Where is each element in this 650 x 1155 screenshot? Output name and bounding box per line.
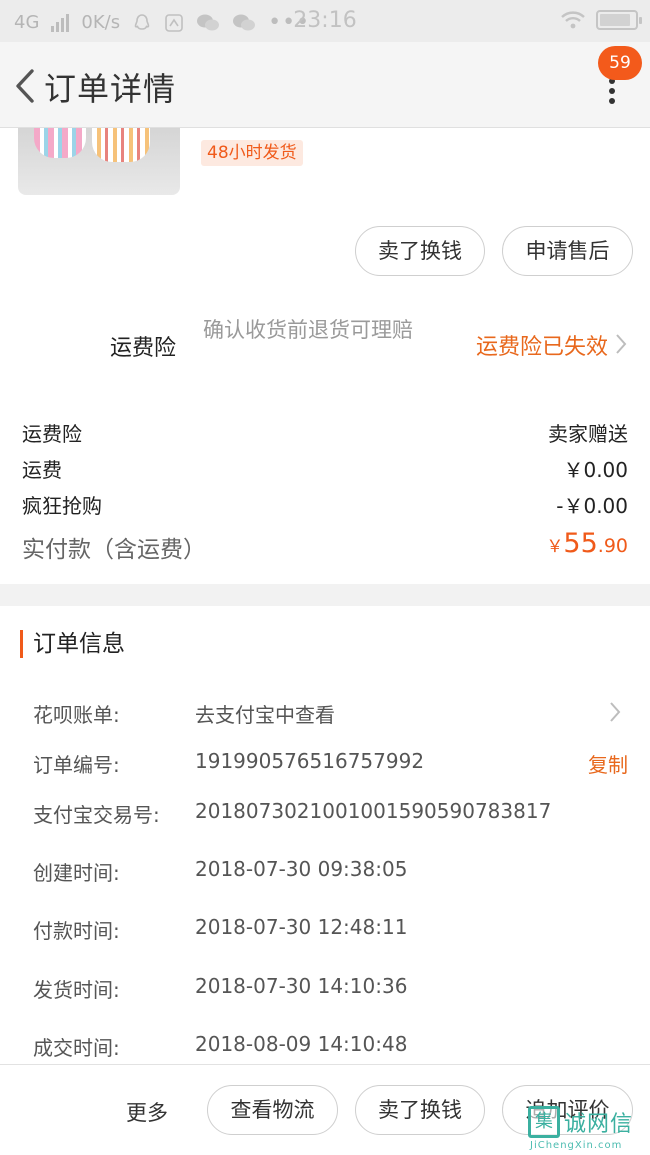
status-time: 23:16 xyxy=(293,8,357,33)
back-arrow-icon[interactable] xyxy=(12,68,42,104)
info-value: 2018-07-30 12:48:11 xyxy=(195,915,408,939)
after-sale-button[interactable]: 申请售后 xyxy=(502,226,633,276)
info-key: 订单编号: xyxy=(33,753,120,777)
fee-row: 疯狂抢购 -￥0.00 xyxy=(22,490,628,520)
chevron-right-icon xyxy=(616,334,627,354)
info-value: 2018-07-30 14:10:36 xyxy=(195,974,408,998)
info-key: 发货时间: xyxy=(33,978,120,1002)
info-row: 发货时间: 2018-07-30 14:10:36 xyxy=(33,974,628,1004)
more-button[interactable]: 更多 xyxy=(126,1097,168,1127)
info-value: 去支付宝中查看 xyxy=(195,703,335,727)
fee-label: 疯狂抢购 xyxy=(22,494,102,518)
fee-row: 运费险 卖家赠送 xyxy=(22,418,628,448)
shipping-tag: 48小时发货 xyxy=(201,140,303,166)
info-key: 花呗账单: xyxy=(33,703,120,727)
message-count-badge[interactable]: 59 xyxy=(598,46,642,80)
info-row: 付款时间: 2018-07-30 12:48:11 xyxy=(33,915,628,945)
info-key: 支付宝交易号: xyxy=(33,803,160,827)
view-logistics-button[interactable]: 查看物流 xyxy=(207,1085,338,1135)
info-value: 2018-07-30 09:38:05 xyxy=(195,857,408,881)
fee-value: 卖家赠送 xyxy=(548,422,628,446)
paid-amount: ￥55.90 xyxy=(546,528,628,559)
insurance-status-link[interactable]: 运费险已失效 xyxy=(476,329,608,361)
info-value: 191990576516757992 xyxy=(195,749,425,773)
status-right xyxy=(560,10,642,30)
page-title: 订单详情 xyxy=(44,70,177,108)
wifi-icon xyxy=(561,11,585,29)
info-value: 2018073021001001590590783817 xyxy=(195,799,552,823)
order-info-card: 订单信息 花呗账单: 去支付宝中查看 订单编号: 191990576516757… xyxy=(0,606,650,1064)
watermark-url: JiChengXin.com xyxy=(530,1140,623,1151)
nav-bar: 订单详情 59 xyxy=(0,42,650,128)
paid-label: 实付款（含运费） xyxy=(22,537,206,563)
copy-button[interactable]: 复制 xyxy=(588,749,628,778)
paid-amount-row: 实付款（含运费） ￥55.90 xyxy=(22,528,628,568)
fee-value: ￥0.00 xyxy=(563,458,628,482)
info-row-huabei[interactable]: 花呗账单: 去支付宝中查看 xyxy=(33,699,628,729)
watermark-logo-icon: 集 xyxy=(528,1106,560,1138)
more-menu-icon[interactable] xyxy=(608,78,616,104)
info-row: 支付宝交易号: 2018073021001001590590783817 xyxy=(33,799,628,829)
battery-icon xyxy=(596,10,642,30)
info-row: 创建时间: 2018-07-30 09:38:05 xyxy=(33,857,628,887)
info-row-order-number: 订单编号: 191990576516757992 复制 xyxy=(33,749,628,779)
sell-for-cash-button[interactable]: 卖了换钱 xyxy=(355,226,485,276)
fee-value: -￥0.00 xyxy=(556,494,628,518)
watermark-text: 诚网信 xyxy=(564,1112,634,1137)
info-key: 成交时间: xyxy=(33,1036,120,1060)
section-title: 订单信息 xyxy=(20,630,125,658)
fee-label: 运费险 xyxy=(22,422,82,446)
site-watermark: 集 诚网信 JiChengXin.com xyxy=(528,1104,644,1152)
insurance-label: 运费险 xyxy=(110,336,177,361)
info-row: 成交时间: 2018-08-09 14:10:48 xyxy=(33,1032,628,1062)
fee-row: 运费 ￥0.00 xyxy=(22,454,628,484)
info-key: 付款时间: xyxy=(33,919,120,943)
info-key: 创建时间: xyxy=(33,861,120,885)
order-summary-card: 48小时发货 卖了换钱 申请售后 运费险 确认收货前退货可理赔 运费险已失效 运… xyxy=(0,128,650,584)
sell-for-cash-button[interactable]: 卖了换钱 xyxy=(355,1085,485,1135)
info-value: 2018-08-09 14:10:48 xyxy=(195,1032,408,1056)
status-bar: 4G 0K/s ••• 23:16 xyxy=(0,0,650,42)
insurance-description: 确认收货前退货可理赔 xyxy=(203,318,413,342)
fee-label: 运费 xyxy=(22,458,62,482)
product-image[interactable] xyxy=(18,128,180,195)
chevron-right-icon xyxy=(610,702,621,722)
